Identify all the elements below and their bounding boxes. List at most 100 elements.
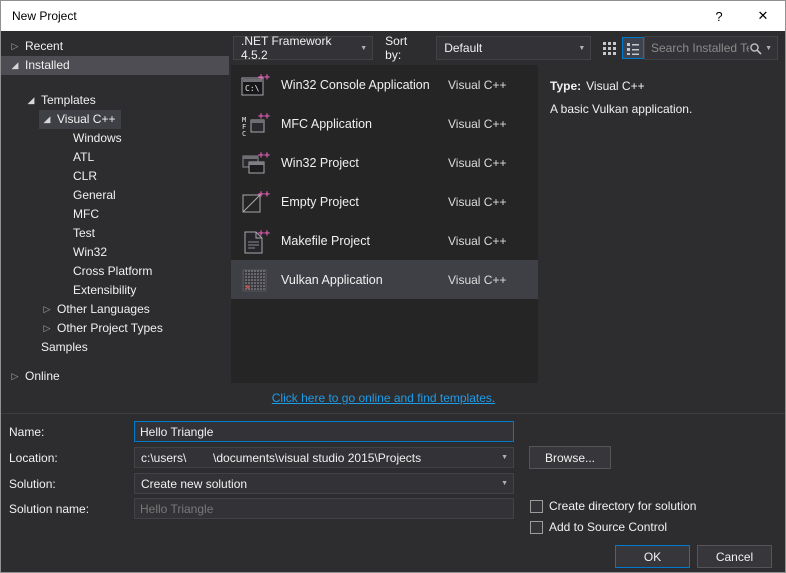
sidebar-item-templates[interactable]: ◢Templates — [1, 91, 229, 110]
svg-text:++: ++ — [258, 72, 270, 83]
sidebar-item-label: ATL — [71, 148, 100, 167]
project-name-input[interactable] — [134, 421, 514, 442]
sidebar-item-installed[interactable]: ◢Installed — [1, 56, 229, 75]
sidebar-item-test[interactable]: Test — [1, 224, 229, 243]
sidebar-item-samples[interactable]: Samples — [1, 338, 229, 357]
template-item-makefile-project[interactable]: ++Makefile ProjectVisual C++ — [231, 221, 538, 260]
template-language: Visual C++ — [448, 117, 534, 131]
template-item-empty-project[interactable]: ++Empty ProjectVisual C++ — [231, 182, 538, 221]
win32-project-icon: ++ — [239, 147, 271, 179]
expander-spacer — [55, 281, 71, 300]
close-button[interactable]: ✕ — [741, 1, 785, 31]
solution-name-input[interactable] — [134, 498, 514, 519]
info-type-label: Type: — [550, 79, 581, 93]
template-language: Visual C++ — [448, 78, 534, 92]
sidebar-item-clr[interactable]: CLR — [1, 167, 229, 186]
list-view-button[interactable] — [622, 37, 644, 59]
category-tree: ▷Recent◢Installed◢Templates◢Visual C++Wi… — [1, 31, 229, 413]
search-icon[interactable] — [749, 42, 762, 55]
template-language: Visual C++ — [448, 234, 534, 248]
template-item-vulkan-application[interactable]: Vulkan ApplicationVisual C++ — [231, 260, 538, 299]
sidebar-item-label: Extensibility — [71, 281, 142, 300]
sidebar-item-label: Online — [23, 367, 66, 386]
expander-spacer — [23, 338, 39, 357]
solution-dropdown[interactable]: Create new solution ▼ — [134, 473, 514, 494]
template-item-mfc-application[interactable]: MFC++MFC ApplicationVisual C++ — [231, 104, 538, 143]
expander-spacer — [55, 148, 71, 167]
small-icons-view-button[interactable] — [598, 37, 620, 59]
sidebar-item-label: Templates — [39, 91, 102, 110]
template-name: MFC Application — [281, 117, 448, 131]
expander-collapsed-icon[interactable]: ▷ — [7, 37, 23, 56]
expander-collapsed-icon[interactable]: ▷ — [39, 319, 55, 338]
sidebar-item-label: Other Project Types — [55, 319, 169, 338]
sidebar-item-win32[interactable]: Win32 — [1, 243, 229, 262]
create-directory-checkbox[interactable]: Create directory for solution — [530, 499, 696, 513]
cancel-button[interactable]: Cancel — [697, 545, 772, 568]
framework-dropdown-value: .NET Framework 4.5.2 — [241, 34, 354, 62]
solution-value: Create new solution — [141, 477, 495, 491]
sidebar-item-cross-platform[interactable]: Cross Platform — [1, 262, 229, 281]
sort-dropdown-value: Default — [444, 41, 482, 55]
location-value: c:\users\ \documents\visual studio 2015\… — [141, 451, 495, 465]
sidebar-item-atl[interactable]: ATL — [1, 148, 229, 167]
ok-button[interactable]: OK — [615, 545, 690, 568]
help-button[interactable]: ? — [697, 1, 741, 31]
location-dropdown[interactable]: c:\users\ \documents\visual studio 2015\… — [134, 447, 514, 468]
expander-collapsed-icon[interactable]: ▷ — [39, 300, 55, 319]
window-title: New Project — [1, 9, 77, 23]
sidebar-item-label: Other Languages — [55, 300, 156, 319]
sidebar-item-label: Recent — [23, 37, 69, 56]
template-item-win32-console-application[interactable]: C:\++ Win32 Console ApplicationVisual C++ — [231, 65, 538, 104]
vulkan-app-icon — [239, 264, 271, 296]
chevron-down-icon: ▼ — [495, 480, 508, 487]
sidebar-item-label: MFC — [71, 205, 105, 224]
template-name: Makefile Project — [281, 234, 448, 248]
solution-label: Solution: — [9, 477, 56, 491]
sidebar-item-online[interactable]: ▷Online — [1, 367, 229, 386]
online-templates-link[interactable]: Click here to go online and find templat… — [272, 391, 495, 405]
create-directory-checkbox-label: Create directory for solution — [549, 499, 696, 513]
template-item-win32-project[interactable]: ++Win32 ProjectVisual C++ — [231, 143, 538, 182]
sidebar-item-visual-c[interactable]: ◢Visual C++ — [1, 110, 229, 129]
titlebar[interactable]: New Project ? ✕ — [1, 1, 785, 31]
create-directory-checkbox-input[interactable] — [530, 500, 543, 513]
expander-expanded-icon[interactable]: ◢ — [39, 110, 55, 129]
expander-spacer — [55, 243, 71, 262]
sidebar-item-other-languages[interactable]: ▷Other Languages — [1, 300, 229, 319]
chevron-down-icon: ▼ — [572, 45, 585, 52]
win32-console-app-icon: C:\++ — [239, 69, 271, 101]
sidebar-item-mfc[interactable]: MFC — [1, 205, 229, 224]
browse-button[interactable]: Browse... — [529, 446, 611, 469]
location-label: Location: — [9, 451, 58, 465]
svg-text:++: ++ — [258, 189, 270, 200]
search-input[interactable] — [647, 41, 749, 55]
sidebar-item-label: Installed — [23, 56, 76, 75]
sidebar-item-label: General — [71, 186, 122, 205]
template-name: Vulkan Application — [281, 273, 448, 287]
expander-spacer — [55, 262, 71, 281]
source-control-checkbox[interactable]: Add to Source Control — [530, 520, 667, 534]
template-name: Win32 Console Application — [281, 78, 448, 92]
template-name: Win32 Project — [281, 156, 448, 170]
svg-text:++: ++ — [258, 150, 270, 161]
search-box[interactable]: ▼ — [644, 36, 778, 60]
expander-expanded-icon[interactable]: ◢ — [23, 91, 39, 110]
sidebar-item-other-project-types[interactable]: ▷Other Project Types — [1, 319, 229, 338]
expander-expanded-icon[interactable]: ◢ — [7, 56, 23, 75]
expander-collapsed-icon[interactable]: ▷ — [7, 367, 23, 386]
sidebar-item-label: Test — [71, 224, 101, 243]
new-project-dialog: New Project ? ✕ ▷Recent◢Installed◢Templa… — [0, 0, 786, 573]
template-toolbar: .NET Framework 4.5.2 ▼ Sort by: Default … — [229, 31, 785, 65]
sidebar-item-recent[interactable]: ▷Recent — [1, 37, 229, 56]
framework-dropdown[interactable]: .NET Framework 4.5.2 ▼ — [233, 36, 373, 60]
source-control-checkbox-input[interactable] — [530, 521, 543, 534]
sort-dropdown[interactable]: Default ▼ — [436, 36, 591, 60]
sidebar-item-extensibility[interactable]: Extensibility — [1, 281, 229, 300]
list-view-icon — [626, 41, 640, 55]
sidebar-item-windows[interactable]: Windows — [1, 129, 229, 148]
sidebar-item-general[interactable]: General — [1, 186, 229, 205]
chevron-down-icon[interactable]: ▼ — [762, 45, 772, 52]
template-name: Empty Project — [281, 195, 448, 209]
template-list: C:\++Win32 Console ApplicationVisual C++… — [231, 65, 538, 383]
